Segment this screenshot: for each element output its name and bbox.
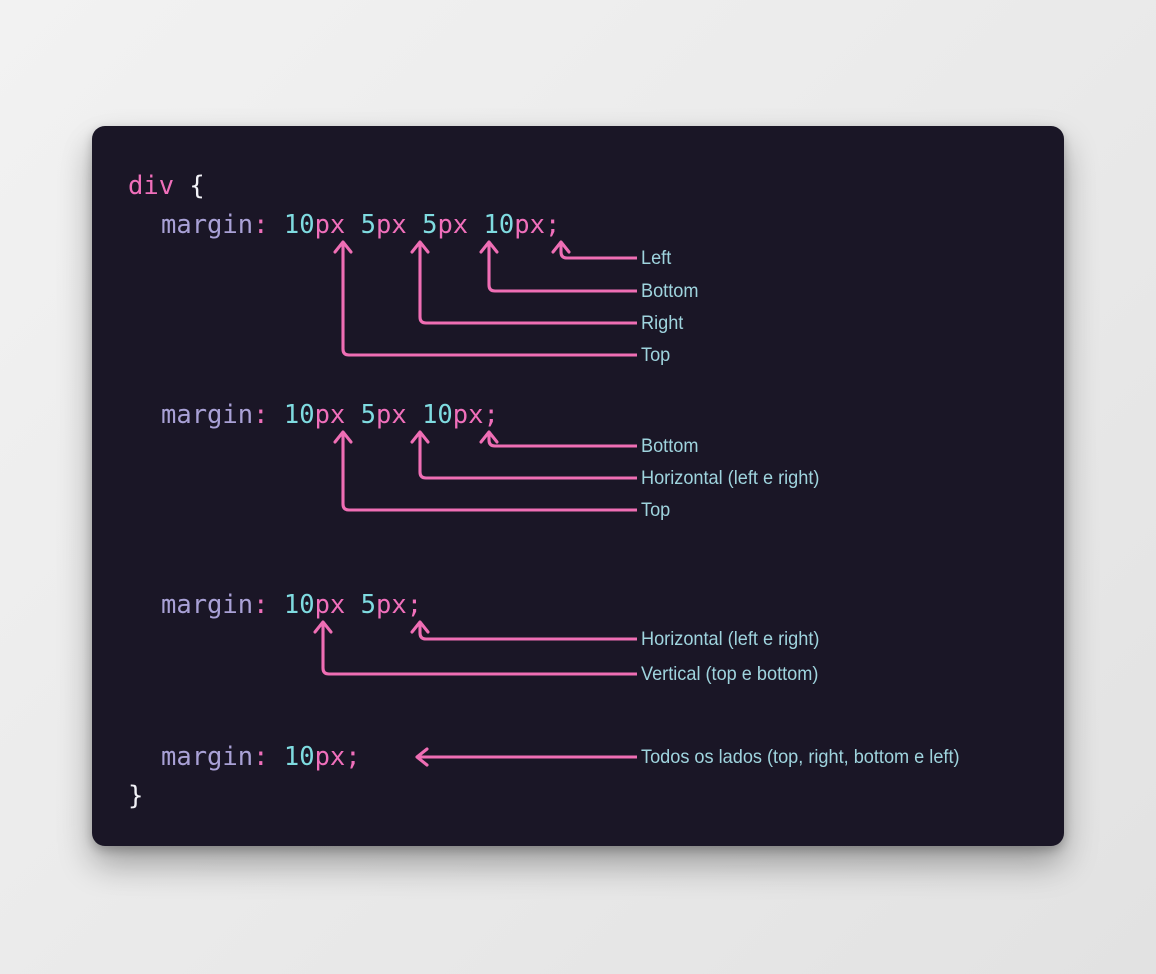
annotation-label-2-top: Top <box>641 499 671 521</box>
arrowhead-2-top <box>333 430 353 444</box>
open-brace <box>174 171 189 201</box>
property-name-4: margin <box>161 742 254 772</box>
arrowhead-3-vertical <box>313 620 333 634</box>
colon-1: : <box>253 210 269 240</box>
code-snippet-card: div { margin: 10px 5px 5px 10px; margin:… <box>92 126 1064 846</box>
open-brace-glyph: { <box>189 171 205 201</box>
connector-1-top <box>341 242 637 357</box>
connector-1-bottom <box>487 242 637 293</box>
value-unit-1-2: px <box>376 210 407 240</box>
connector-2-bottom <box>487 432 637 448</box>
semicolon-4: ; <box>345 742 361 772</box>
code-line-selector: div { <box>128 171 205 201</box>
annotation-label-3-vertical: Vertical (top e bottom) <box>641 663 819 685</box>
value-number-4-1: 10 <box>283 742 315 772</box>
value-number-2-1: 10 <box>283 400 315 430</box>
annotation-label-2-horizontal: Horizontal (left e right) <box>641 467 820 489</box>
value-number-2-2: 5 <box>360 400 376 430</box>
colon-3: : <box>253 590 269 620</box>
value-unit-2-3: px <box>452 400 484 430</box>
annotation-label-1-bottom: Bottom <box>641 280 699 302</box>
arrowhead-1-bottom <box>479 240 499 254</box>
connector-1-right <box>418 242 637 325</box>
semicolon-2: ; <box>483 400 499 430</box>
value-unit-4-1: px <box>314 742 346 772</box>
value-unit-1-4: px <box>514 210 545 240</box>
value-unit-3-2: px <box>376 590 407 620</box>
arrowhead-3-horizontal <box>410 620 430 634</box>
connector-1-left <box>559 242 637 260</box>
connector-2-horizontal <box>418 432 637 480</box>
arrowhead-2-horizontal <box>410 430 430 444</box>
annotation-label-1-right: Right <box>641 312 684 334</box>
value-number-1-2: 5 <box>360 210 376 240</box>
semicolon-1: ; <box>544 210 561 240</box>
colon-2: : <box>253 400 269 430</box>
annotation-label-4-all-sides: Todos os lados (top, right, bottom e lef… <box>641 746 960 768</box>
value-unit-2-1: px <box>314 400 346 430</box>
value-number-3-1: 10 <box>283 590 315 620</box>
value-number-1-3: 5 <box>422 210 438 240</box>
value-number-3-2: 5 <box>360 590 376 620</box>
value-unit-2-2: px <box>376 400 407 430</box>
value-number-1-1: 10 <box>283 210 315 240</box>
css-selector: div <box>128 171 175 201</box>
annotation-label-3-horizontal: Horizontal (left e right) <box>641 628 820 650</box>
value-number-1-4: 10 <box>483 210 515 240</box>
annotation-label-2-bottom: Bottom <box>641 435 699 457</box>
arrowhead-4-all-sides <box>415 747 429 767</box>
annotation-label-1-top: Top <box>641 344 671 366</box>
code-line-one-value: margin: 10px; <box>161 742 361 772</box>
code-line-four-value: margin: 10px 5px 5px 10px; <box>161 210 561 240</box>
property-name-2: margin <box>161 400 254 430</box>
connector-3-horizontal <box>418 622 637 641</box>
property-name-1: margin <box>161 210 254 240</box>
property-name-3: margin <box>161 590 254 620</box>
value-number-2-3: 10 <box>422 400 453 430</box>
arrowhead-1-right <box>410 240 430 254</box>
code-line-three-value: margin: 10px 5px 10px; <box>161 400 499 430</box>
colon-4: : <box>253 742 269 772</box>
value-unit-1-1: px <box>314 210 346 240</box>
connector-2-top <box>341 432 637 512</box>
arrowhead-2-bottom <box>479 430 499 444</box>
code-line-two-value: margin: 10px 5px; <box>161 590 423 620</box>
value-unit-3-1: px <box>314 590 346 620</box>
code-line-close-brace: } <box>128 781 144 811</box>
semicolon-3: ; <box>406 590 423 620</box>
connector-3-vertical <box>321 622 637 676</box>
value-unit-1-3: px <box>437 210 469 240</box>
arrowhead-1-left <box>551 240 571 254</box>
annotation-label-1-left: Left <box>641 247 672 269</box>
arrowhead-1-top <box>333 240 353 254</box>
